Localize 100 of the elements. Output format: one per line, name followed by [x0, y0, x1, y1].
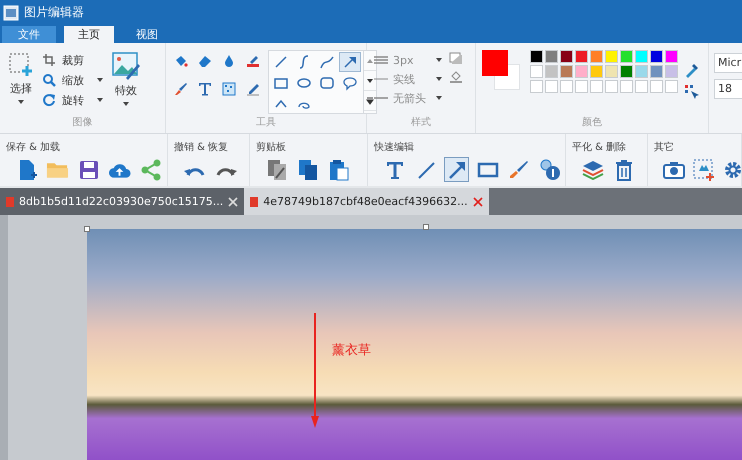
window-title: 图片编辑器: [24, 4, 84, 21]
tool-button[interactable]: [444, 157, 469, 182]
color-swatch[interactable]: [665, 65, 678, 78]
fill-icon[interactable]: [449, 70, 463, 84]
color-swatch[interactable]: [530, 65, 543, 78]
color-swatch[interactable]: [545, 65, 558, 78]
paint-bucket-icon[interactable]: [174, 54, 188, 68]
caret-icon: [96, 97, 104, 103]
color-swatch[interactable]: [635, 65, 648, 78]
document-tab[interactable]: 8db1b5d11d22c03930e750c15175...: [0, 188, 244, 215]
color-swatch[interactable]: [635, 50, 648, 63]
color-swatch[interactable]: [575, 65, 588, 78]
color-swatch[interactable]: [665, 50, 678, 63]
color-swatch[interactable]: [620, 80, 633, 93]
mosaic-icon[interactable]: [222, 82, 236, 96]
brush-icon[interactable]: [508, 160, 528, 180]
color-swatch[interactable]: [650, 65, 663, 78]
layers-icon[interactable]: [582, 160, 604, 180]
close-icon[interactable]: [472, 196, 483, 206]
shadow-icon[interactable]: [449, 52, 463, 66]
paste-icon[interactable]: [328, 158, 348, 180]
line-icon[interactable]: [273, 54, 289, 70]
caret-icon: [435, 76, 443, 82]
arrow-icon: [446, 160, 466, 180]
selection-icon: [8, 52, 34, 78]
color-swatch[interactable]: [620, 50, 633, 63]
color-swatch[interactable]: [590, 80, 603, 93]
color-swatch[interactable]: [605, 65, 618, 78]
color-swatch[interactable]: [545, 80, 558, 93]
toolbar-group-label: 平化 & 删除: [572, 141, 628, 154]
color-swatch[interactable]: [530, 50, 543, 63]
number-icon[interactable]: [538, 158, 560, 180]
settings-icon[interactable]: [723, 160, 742, 180]
magnifier-icon: [42, 73, 56, 87]
line-icon[interactable]: [416, 160, 436, 180]
caret-icon: [96, 77, 104, 83]
color-swatch[interactable]: [545, 50, 558, 63]
picture-brush-icon: [112, 52, 140, 80]
line-width-icon: [373, 56, 389, 64]
color-swatch[interactable]: [605, 50, 618, 63]
color-swatch[interactable]: [590, 65, 603, 78]
resize-handle[interactable]: [84, 226, 90, 232]
image-tool-button[interactable]: 缩放: [42, 72, 104, 88]
color-swatch[interactable]: [650, 80, 663, 93]
annotation-text: 薰衣草: [332, 342, 371, 359]
trash-icon[interactable]: [614, 158, 632, 180]
capture-icon[interactable]: [693, 158, 715, 180]
image-tool-button[interactable]: 裁剪: [42, 52, 104, 68]
color-swatch[interactable]: [635, 80, 648, 93]
drop-icon[interactable]: [222, 54, 236, 68]
image-file-icon: [6, 196, 14, 206]
effects-button[interactable]: 特效: [110, 50, 142, 109]
app-icon: [3, 4, 19, 20]
color-swatch[interactable]: [560, 50, 573, 63]
image-tool-button[interactable]: 旋转: [42, 92, 104, 108]
color-swatch[interactable]: [575, 50, 588, 63]
eraser-icon[interactable]: [198, 54, 212, 68]
group-label: 颜色: [581, 116, 603, 130]
color-swatch[interactable]: [650, 50, 663, 63]
ribbon-tab[interactable]: 视图: [122, 26, 172, 43]
color-swatch[interactable]: [560, 65, 573, 78]
resize-handle[interactable]: [423, 224, 429, 230]
rectangle-icon[interactable]: [476, 162, 498, 178]
color-swatch[interactable]: [620, 65, 633, 78]
toolbar-group-label: 快速编辑: [374, 140, 415, 154]
color-swatch[interactable]: [530, 80, 543, 93]
text-tool-icon[interactable]: [198, 82, 212, 96]
color-swatch[interactable]: [575, 80, 588, 93]
color-picker-icon[interactable]: [684, 84, 700, 100]
color-swatch[interactable]: [665, 80, 678, 93]
save-icon[interactable]: [78, 160, 98, 180]
group-label: 样式: [410, 116, 432, 130]
document-tab[interactable]: 4e78749b187cbf48e0eacf4396632...: [244, 188, 489, 215]
toolbar-group-label: 撤销 & 恢复: [174, 140, 230, 154]
font-size-field[interactable]: 18: [714, 79, 742, 99]
toolbar-group-label: 保存 & 加载: [6, 140, 62, 154]
brush-icon[interactable]: [174, 82, 188, 96]
color-swatch[interactable]: [560, 80, 573, 93]
ribbon-tab[interactable]: 主页: [64, 26, 114, 43]
caret-icon: [17, 99, 25, 105]
color-swatch[interactable]: [590, 50, 603, 63]
caret-icon: [435, 95, 443, 101]
text-icon[interactable]: [384, 160, 404, 180]
cut-document-icon[interactable]: [266, 158, 286, 180]
toolbar-group-label: 其它: [654, 140, 675, 154]
rotate-icon: [42, 93, 56, 107]
rounded-rectangle-icon[interactable]: [319, 75, 335, 91]
group-label: 图像: [72, 116, 94, 130]
select-button[interactable]: 选择: [6, 50, 36, 107]
marker-icon[interactable]: [246, 54, 260, 68]
caret-icon: [435, 57, 443, 63]
color-swatch[interactable]: [605, 80, 618, 93]
caret-icon: [122, 101, 130, 107]
speech-bubble-icon[interactable]: [342, 75, 358, 91]
curve-icon[interactable]: [319, 54, 335, 70]
pen-icon[interactable]: [246, 82, 260, 96]
camera-icon[interactable]: [663, 160, 685, 178]
copy-icon[interactable]: [298, 158, 318, 180]
font-name-field[interactable]: Micr: [714, 53, 742, 73]
eyedropper-icon[interactable]: [684, 62, 700, 78]
